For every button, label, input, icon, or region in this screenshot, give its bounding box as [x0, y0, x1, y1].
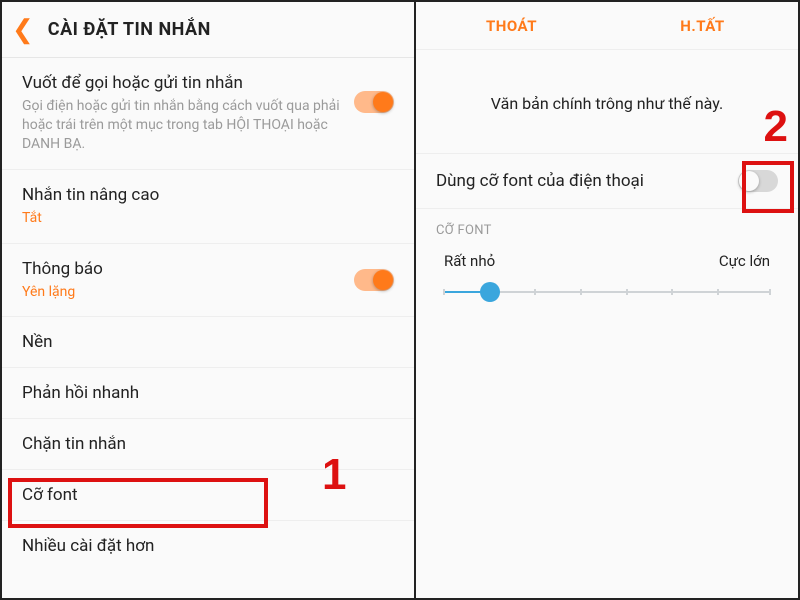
done-button[interactable]: H.TẤT — [607, 2, 798, 49]
setting-swipe-call[interactable]: Vuốt để gọi hoặc gửi tin nhắn Gọi điện h… — [2, 58, 414, 170]
font-preview-text: Văn bản chính trông như thế này. — [416, 50, 798, 153]
use-phone-font-row[interactable]: Dùng cỡ font của điện thoại — [416, 153, 798, 209]
slider-thumb[interactable] — [480, 282, 500, 302]
item-title: Thông báo — [22, 259, 344, 279]
row-label: Dùng cỡ font của điện thoại — [436, 171, 644, 191]
setting-quick-reply[interactable]: Phản hồi nhanh — [2, 368, 414, 419]
toggle-switch[interactable] — [738, 170, 778, 192]
font-size-screen: THOÁT H.TẤT Văn bản chính trông như thế … — [416, 2, 798, 598]
setting-background[interactable]: Nền — [2, 317, 414, 368]
item-title: Nền — [22, 332, 394, 352]
back-icon[interactable]: ❮ — [12, 17, 34, 43]
header: ❮ CÀI ĐẶT TIN NHẮN — [2, 2, 414, 58]
slider-max-label: Cực lớn — [719, 252, 770, 270]
item-title: Chặn tin nhắn — [22, 434, 394, 454]
setting-font-size[interactable]: Cỡ font — [2, 470, 414, 521]
slider-min-label: Rất nhỏ — [444, 252, 495, 270]
toggle-switch[interactable] — [354, 91, 394, 113]
item-subtitle: Yên lặng — [22, 283, 344, 302]
item-title: Cỡ font — [22, 485, 394, 505]
toggle-switch[interactable] — [354, 269, 394, 291]
page-title: CÀI ĐẶT TIN NHẮN — [48, 19, 211, 40]
item-title: Nhiều cài đặt hơn — [22, 536, 394, 556]
exit-button[interactable]: THOÁT — [416, 2, 607, 49]
font-size-slider-area: Rất nhỏ Cực lớn — [416, 244, 798, 304]
setting-block-messages[interactable]: Chặn tin nhắn — [2, 419, 414, 470]
item-subtitle: Gọi điện hoặc gửi tin nhắn bằng cách vuố… — [22, 97, 344, 154]
font-size-slider[interactable] — [444, 280, 770, 304]
dual-screenshot: ❮ CÀI ĐẶT TIN NHẮN Vuốt để gọi hoặc gửi … — [0, 0, 800, 600]
section-label: CỠ FONT — [416, 209, 798, 244]
setting-more[interactable]: Nhiều cài đặt hơn — [2, 521, 414, 571]
settings-screen: ❮ CÀI ĐẶT TIN NHẮN Vuốt để gọi hoặc gửi … — [2, 2, 416, 598]
item-title: Nhắn tin nâng cao — [22, 185, 394, 205]
setting-notifications[interactable]: Thông báo Yên lặng — [2, 244, 414, 318]
item-title: Phản hồi nhanh — [22, 383, 394, 403]
setting-advanced-messaging[interactable]: Nhắn tin nâng cao Tắt — [2, 170, 414, 244]
item-title: Vuốt để gọi hoặc gửi tin nhắn — [22, 73, 344, 93]
header: THOÁT H.TẤT — [416, 2, 798, 50]
item-subtitle: Tắt — [22, 209, 394, 228]
